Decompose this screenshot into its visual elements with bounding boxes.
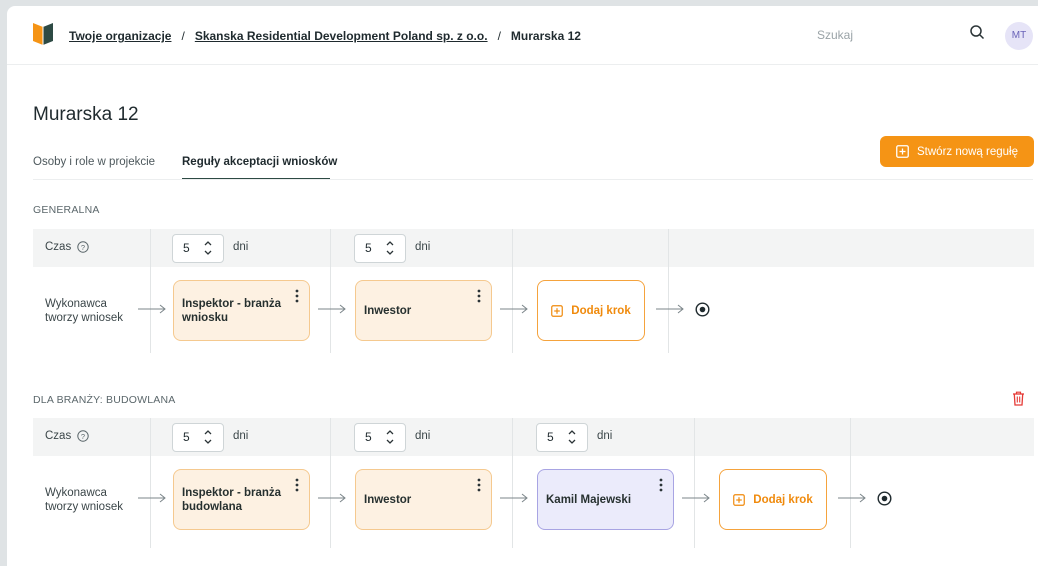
top-bar: Twoje organizacje / Skanska Residential … [7, 6, 1038, 65]
kebab-menu-icon[interactable] [295, 478, 299, 492]
days-stepper[interactable]: 5 [354, 423, 406, 452]
search-icon[interactable] [969, 24, 985, 40]
step-label: Kamil Majewski [546, 493, 632, 506]
days-value: 5 [365, 430, 372, 444]
time-label: Czas ? [45, 430, 89, 442]
arrow-right-icon [138, 493, 166, 503]
kebab-menu-icon[interactable] [295, 289, 299, 303]
days-unit: dni [597, 430, 613, 442]
chevron-updown-icon[interactable] [203, 238, 213, 258]
arrow-right-icon [318, 493, 346, 503]
search-input[interactable]: Szukaj [817, 18, 987, 50]
plus-square-icon [551, 304, 564, 317]
tabs-divider [33, 179, 1033, 180]
days-unit: dni [415, 241, 431, 253]
approval-step-card[interactable]: Inwestor [355, 280, 492, 341]
days-value: 5 [365, 241, 372, 255]
help-circle-icon[interactable]: ? [77, 430, 89, 442]
chevron-updown-icon[interactable] [567, 427, 577, 447]
breadcrumb-separator: / [497, 29, 501, 43]
column-divider [330, 418, 331, 548]
days-stepper[interactable]: 5 [172, 234, 224, 263]
days-value: 5 [547, 430, 554, 444]
column-divider [330, 229, 331, 353]
time-row: Czas ? 5 dni 5 dni [33, 229, 1034, 267]
kebab-menu-icon[interactable] [659, 478, 663, 492]
arrow-right-icon [682, 493, 710, 503]
column-divider [150, 418, 151, 548]
plus-square-icon [733, 493, 746, 506]
start-step-text: Wykonawca tworzy wniosek [45, 298, 123, 324]
days-unit: dni [415, 430, 431, 442]
breadcrumb-organizations-link[interactable]: Twoje organizacje [69, 29, 171, 43]
arrow-right-icon [500, 304, 528, 314]
breadcrumb-current: Murarska 12 [510, 29, 581, 43]
approval-step-card[interactable]: Inspektor - branża wniosku [173, 280, 310, 341]
svg-text:?: ? [81, 243, 85, 252]
days-unit: dni [233, 241, 249, 253]
days-stepper[interactable]: 5 [536, 423, 588, 452]
end-stop-icon [877, 491, 892, 506]
time-label-text: Czas [45, 241, 72, 253]
step-label: Inwestor [364, 493, 412, 506]
time-row: Czas ? 5 dni 5 dni 5 dni [33, 418, 1034, 456]
breadcrumb-separator: / [181, 29, 185, 43]
breadcrumb-company-link[interactable]: Skanska Residential Development Poland s… [195, 29, 488, 43]
add-step-label: Dodaj krok [571, 304, 631, 317]
column-divider [512, 418, 513, 548]
breadcrumb: Twoje organizacje / Skanska Residential … [69, 29, 581, 43]
logo-icon[interactable] [31, 21, 55, 47]
days-value: 5 [183, 430, 190, 444]
chevron-updown-icon[interactable] [385, 427, 395, 447]
chevron-updown-icon[interactable] [385, 238, 395, 258]
arrow-right-icon [318, 304, 346, 314]
rule-label: GENERALNA [33, 204, 100, 216]
days-stepper[interactable]: 5 [172, 423, 224, 452]
days-value: 5 [183, 241, 190, 255]
create-rule-button[interactable]: Stwórz nową regułę [880, 136, 1034, 167]
days-stepper[interactable]: 5 [354, 234, 406, 263]
column-divider [150, 229, 151, 353]
plus-square-icon [896, 145, 909, 158]
approval-step-card[interactable]: Kamil Majewski [537, 469, 674, 530]
approval-step-card[interactable]: Inspektor - branża budowlana [173, 469, 310, 530]
kebab-menu-icon[interactable] [477, 289, 481, 303]
user-avatar[interactable]: MT [1005, 22, 1033, 50]
start-step-text: Wykonawca tworzy wniosek [45, 487, 123, 513]
tab-people-roles[interactable]: Osoby i role w projekcie [33, 156, 155, 168]
approval-step-card[interactable]: Inwestor [355, 469, 492, 530]
step-label: Inspektor - branża wniosku [182, 297, 282, 324]
app-window: Twoje organizacje / Skanska Residential … [7, 6, 1038, 566]
create-rule-label: Stwórz nową regułę [917, 145, 1018, 158]
trash-icon[interactable] [1012, 391, 1025, 406]
arrow-right-icon [656, 304, 684, 314]
end-stop-icon [695, 302, 710, 317]
step-label: Inwestor [364, 304, 412, 317]
add-step-button[interactable]: Dodaj krok [537, 280, 645, 341]
arrow-right-icon [138, 304, 166, 314]
column-divider [668, 229, 669, 353]
arrow-right-icon [500, 493, 528, 503]
kebab-menu-icon[interactable] [477, 478, 481, 492]
column-divider [850, 418, 851, 548]
rule-label: DLA BRANŻY: BUDOWLANA [33, 394, 176, 406]
search-placeholder: Szukaj [817, 28, 854, 42]
svg-text:?: ? [81, 432, 85, 441]
column-divider [694, 418, 695, 548]
column-divider [512, 229, 513, 353]
days-unit: dni [233, 430, 249, 442]
add-step-label: Dodaj krok [753, 493, 813, 506]
step-label: Inspektor - branża budowlana [182, 486, 282, 513]
page-title: Murarska 12 [33, 104, 139, 125]
tab-approval-rules[interactable]: Reguły akceptacji wniosków [182, 156, 337, 168]
arrow-right-icon [838, 493, 866, 503]
add-step-button[interactable]: Dodaj krok [719, 469, 827, 530]
chevron-updown-icon[interactable] [203, 427, 213, 447]
help-circle-icon[interactable]: ? [77, 241, 89, 253]
time-label-text: Czas [45, 430, 72, 442]
time-label: Czas ? [45, 241, 89, 253]
